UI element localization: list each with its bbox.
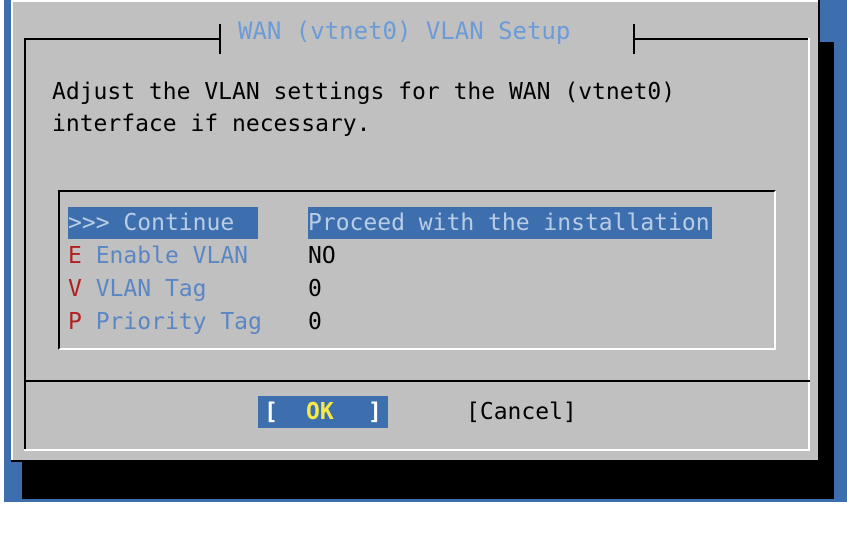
dialog-top-edge [11, 0, 820, 2]
menu-item-tag-text: V VLAN Tag [68, 273, 206, 305]
menu-item-label: Enable VLAN [81, 243, 249, 269]
menu-item-hotkey: E [68, 243, 82, 269]
menu-item-value: 0 [308, 309, 322, 335]
terminal-screen: WAN (vtnet0) VLAN Setup Adjust the VLAN … [0, 0, 847, 502]
dialog-bottom-edge [11, 460, 820, 462]
dialog-left-edge [11, 0, 13, 462]
menu-item-value: Proceed with the installation [308, 207, 712, 239]
ok-bracket-open: [ [264, 399, 278, 425]
menu-item-label: Priority Tag [81, 309, 262, 335]
ok-label: OK [306, 399, 334, 425]
dialog-title: WAN (vtnet0) VLAN Setup [238, 17, 571, 45]
menu-item-enable-vlan[interactable]: E Enable VLAN NO [68, 240, 336, 272]
frame-left-line [24, 38, 26, 451]
menu-item-continue[interactable]: >>> Continue Proceed with the installati… [68, 207, 712, 239]
menu-item-value: NO [308, 243, 336, 269]
title-right-tick [633, 24, 635, 54]
message-line-2: interface if necessary. [52, 111, 371, 137]
frame-right-line [808, 38, 810, 451]
button-separator [24, 380, 810, 382]
menu-item-hotkey: V [68, 276, 82, 302]
ok-button[interactable]: [ OK ] [258, 396, 388, 428]
menu-item-tag-text: P Priority Tag [68, 306, 262, 338]
frame-bottom-line [24, 449, 810, 451]
dialog-shadow-bottom [22, 462, 834, 499]
dialog-right-edge [818, 0, 820, 462]
dialog-message: Adjust the VLAN settings for the WAN (vt… [52, 76, 675, 140]
menu-item-label: >> Continue [81, 210, 235, 236]
menu-item-label: VLAN Tag [81, 276, 207, 302]
menu-item-hotkey: > [68, 210, 82, 236]
menu-item-value: 0 [308, 276, 322, 302]
menu-item-vlan-tag[interactable]: V VLAN Tag 0 [68, 273, 322, 305]
message-line-1: Adjust the VLAN settings for the WAN (vt… [52, 79, 676, 105]
ok-bracket-close: ] [368, 399, 382, 425]
menu-item-tag-text: E Enable VLAN [68, 240, 248, 272]
dialog-shadow-right [820, 42, 834, 499]
menu-item-hotkey: P [68, 309, 82, 335]
cancel-button[interactable]: [Cancel] [466, 396, 577, 428]
menu-item-priority-tag[interactable]: P Priority Tag 0 [68, 306, 322, 338]
menu-item-tag-text: >>> Continue [68, 207, 234, 239]
title-left-tick [219, 24, 221, 54]
